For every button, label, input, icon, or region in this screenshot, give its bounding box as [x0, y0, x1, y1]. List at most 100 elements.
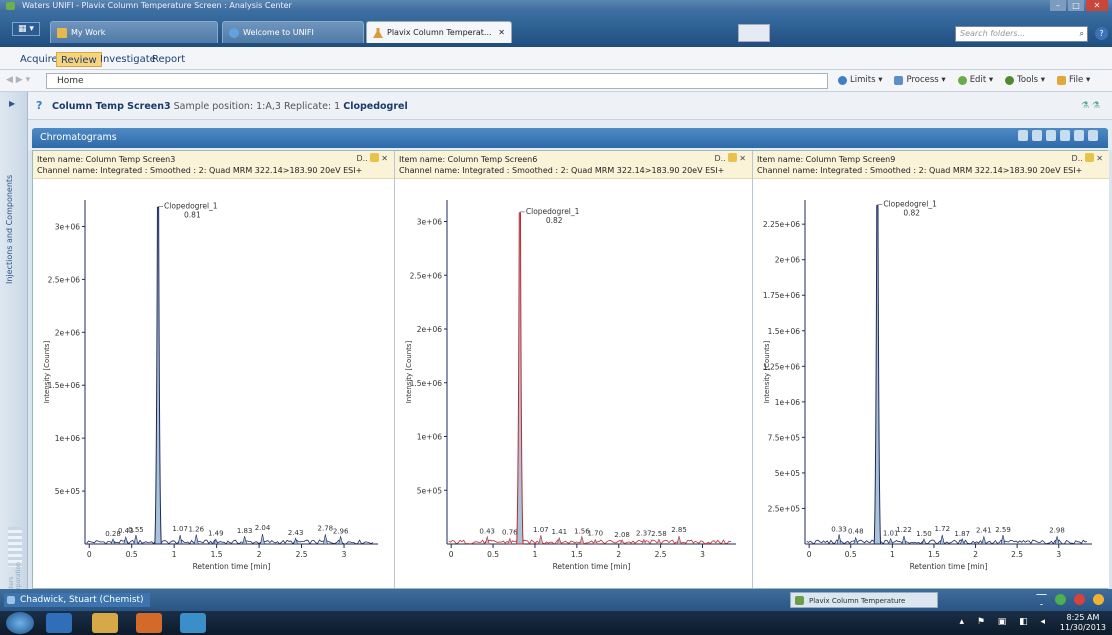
minor-peak-label: 2.96: [333, 527, 349, 535]
peak-name-label: Clopedogrel_1: [164, 201, 218, 210]
chromatogram-chart-1[interactable]: 5e+05 1e+06 1.5e+06 2e+06 2.5e+06 3e+06 0 0.5 1 1…: [33, 180, 393, 587]
link-icon[interactable]: [1046, 130, 1056, 141]
close-button[interactable]: ✕: [1086, 0, 1108, 11]
start-button[interactable]: [6, 612, 34, 634]
unifi-taskbar-icon[interactable]: [180, 613, 206, 633]
help-icon[interactable]: ?: [1095, 27, 1108, 40]
chromatogram-chart-3[interactable]: 2.5e+055e+057.5e+051e+061.25e+061.5e+061…: [753, 180, 1107, 587]
overlay-icon[interactable]: [1032, 130, 1042, 141]
app-menu-button[interactable]: ▦ ▾: [12, 22, 40, 36]
menu-report[interactable]: Report: [148, 52, 189, 67]
x-tick-label: 0.5: [487, 550, 499, 559]
clock[interactable]: 8:25 AM 11/30/2013: [1060, 613, 1106, 633]
user-name[interactable]: Chadwick, Stuart (Chemist): [4, 593, 150, 607]
panel-channel-name: Channel name: Integrated : Smoothed : 2:…: [757, 166, 1083, 175]
warning-status-icon[interactable]: [1093, 594, 1104, 605]
panel-channel-name: Channel name: Integrated : Smoothed : 2:…: [37, 166, 363, 175]
explorer-icon[interactable]: [92, 613, 118, 633]
close-tab-icon[interactable]: ✕: [498, 22, 505, 44]
edit-button[interactable]: Edit ▾: [957, 75, 993, 85]
x-tick-label: 0: [807, 550, 812, 559]
system-tray-icons[interactable]: ▴ ⚑ ▣ ◧ ◂: [959, 617, 1050, 627]
minor-peak: [556, 536, 562, 545]
restore-panel-button[interactable]: [738, 24, 770, 42]
tab-label: Plavix Column Temperat...: [387, 28, 492, 37]
minor-peak-label: 1.70: [587, 530, 603, 538]
minor-peak-label: 2.58: [651, 530, 667, 538]
chromatogram-chart-2[interactable]: 5e+05 1e+06 1.5e+06 2e+06 2.5e+06 3e+06 0 0.5 1 1…: [395, 180, 751, 587]
minor-peak: [293, 537, 299, 545]
tab-welcome[interactable]: Welcome to UNIFI: [222, 21, 364, 43]
y-tick-label: 2.5e+06: [410, 271, 443, 280]
window-controls: – □ ✕: [1050, 0, 1108, 12]
search-placeholder: Search folders...: [960, 29, 1026, 38]
pin-icon[interactable]: [370, 153, 380, 162]
injections-sidebar[interactable]: ▶ Injections and Components Waters Corpo…: [0, 92, 28, 597]
minor-peak-label: 0.33: [831, 525, 847, 533]
panel-controls[interactable]: D.. ✕: [1072, 153, 1103, 164]
baseline-trace: [806, 539, 1088, 545]
y-tick-label: 2.5e+05: [768, 504, 801, 513]
minor-peak: [322, 534, 328, 545]
question-icon: ?: [36, 99, 43, 112]
peak-rt-label: 0.81: [184, 210, 201, 219]
limits-button[interactable]: Limits ▾: [838, 75, 882, 85]
y-tick-label: 1e+06: [55, 434, 80, 443]
minimize-button[interactable]: –: [1050, 0, 1066, 11]
breadcrumb[interactable]: Home: [46, 73, 828, 89]
back-forward-icons[interactable]: ◀ ▶ ▾: [6, 75, 30, 85]
process-button[interactable]: Process ▾: [894, 75, 946, 85]
breadcrumb-home[interactable]: Home: [57, 76, 84, 86]
windows-taskbar: ▴ ⚑ ▣ ◧ ◂ 8:25 AM 11/30/2013: [0, 611, 1112, 635]
pin-icon[interactable]: [728, 153, 738, 162]
panel-display-menu[interactable]: D..: [1072, 154, 1083, 163]
filter-icon[interactable]: [1036, 594, 1047, 605]
sidebar-label[interactable]: Injections and Components: [5, 114, 14, 284]
panel-controls[interactable]: D.. ✕: [715, 153, 746, 164]
minor-peak: [242, 536, 248, 545]
chart-icon[interactable]: [1074, 130, 1084, 141]
sidebar-decoration: [8, 527, 22, 567]
zoom-icon[interactable]: [1018, 130, 1028, 141]
x-tick-label: 2: [973, 550, 978, 559]
panel-controls[interactable]: D.. ✕: [357, 153, 388, 164]
chromatogram-toolbar: [1018, 130, 1098, 141]
search-icon[interactable]: ⌕: [1080, 27, 1084, 41]
minor-peak: [656, 538, 662, 545]
minor-peak: [1000, 535, 1006, 545]
injection-info-bar: ? Column Temp Screen3 Sample position: 1…: [28, 92, 1112, 120]
menu-acquire[interactable]: Acquire: [16, 52, 62, 67]
filter-icons[interactable]: ⚗ ⚗: [1081, 92, 1100, 120]
expand-sidebar-icon[interactable]: ▶: [9, 99, 15, 108]
minor-peak-label: 2.43: [288, 529, 304, 537]
panel-display-menu[interactable]: D..: [357, 154, 368, 163]
section-title-text: Chromatograms: [40, 132, 117, 143]
search-folders-input[interactable]: Search folders... ⌕: [955, 26, 1088, 42]
minor-peak-label: 1.72: [934, 525, 950, 533]
peak-name-label: Clopedogrel_1: [883, 200, 937, 209]
pin-icon[interactable]: [1085, 153, 1095, 162]
tools-button[interactable]: Tools ▾: [1005, 75, 1045, 85]
x-tick-label: 2.5: [296, 550, 308, 559]
tab-plavix[interactable]: Plavix Column Temperat... ✕: [366, 21, 512, 43]
media-player-icon[interactable]: [136, 613, 162, 633]
x-tick-label: 1: [533, 550, 538, 559]
x-tick-label: 1: [172, 550, 177, 559]
minor-peak-label: 1.41: [551, 528, 567, 536]
maximize-button[interactable]: □: [1068, 0, 1084, 11]
ok-status-icon[interactable]: [1055, 594, 1066, 605]
y-axis-label: Intensity [Counts]: [405, 340, 413, 403]
ie-icon[interactable]: [46, 613, 72, 633]
menu-review[interactable]: Review: [56, 52, 102, 67]
baseline-trace: [448, 539, 732, 545]
y-tick-label: 1.5e+06: [410, 379, 443, 388]
table-icon[interactable]: [1060, 130, 1070, 141]
file-button[interactable]: File ▾: [1057, 75, 1090, 85]
panel-display-menu[interactable]: D..: [715, 154, 726, 163]
minor-peak-label: 2.37: [636, 529, 652, 537]
tab-my-work[interactable]: My Work: [50, 21, 218, 43]
status-task[interactable]: Plavix Column Temperature Screen...: [790, 592, 938, 621]
error-status-icon[interactable]: [1074, 594, 1085, 605]
add-icon[interactable]: [1088, 130, 1098, 141]
chromatogram-panel-2: Item name: Column Temp Screen6 Channel n…: [395, 151, 753, 588]
